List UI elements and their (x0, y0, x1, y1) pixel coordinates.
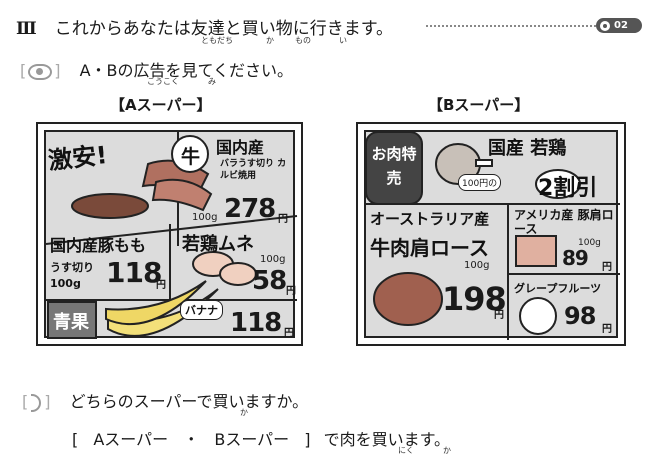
pork-price-b-unit: 円 (602, 262, 612, 273)
answer-separator: ・ (183, 430, 200, 449)
ruby-koukoku: こうこく (147, 77, 179, 86)
banana-tag: バナナ (180, 300, 223, 320)
ruby-ka-question: か (240, 408, 248, 417)
beef-tag-label: 牛 (181, 146, 201, 168)
badge-meat-sale: お肉特売 (371, 145, 417, 187)
pork-price: 118 (106, 256, 162, 289)
chicken-breast-illustration (192, 251, 257, 286)
pork-price-b: 89 (562, 246, 589, 270)
option-b[interactable]: Bスーパー (214, 430, 289, 449)
chicken-price-unit: 円 (286, 286, 296, 297)
chicken-discount-note: 100円の (458, 174, 502, 191)
pork-name-b: アメリカ産 豚肩ロース (514, 208, 614, 236)
store-a-title: 【Aスーパー】 (110, 96, 212, 114)
beef-price-unit: 円 (278, 214, 288, 225)
beef-origin-b: オーストラリア産 (370, 210, 490, 228)
chicken-origin: 国産 若鶏 (488, 138, 567, 159)
dotted-leader (426, 25, 604, 27)
ruby-i: い (339, 36, 347, 45)
chicken-price: 58 (252, 266, 287, 296)
ruby-mi: み (208, 77, 216, 86)
produce-label: 青果 (53, 312, 89, 333)
ruby-mono: もの (295, 36, 311, 45)
answer-close-bracket: ] (304, 430, 311, 449)
badge-cheap: 激安! (46, 140, 109, 175)
chicken-name: 若鶏ムネ (182, 234, 254, 255)
ruby-niku: にく (398, 446, 414, 455)
eye-icon (28, 63, 53, 80)
answer-suffix: で肉を買います。 (323, 430, 451, 449)
flyer-a: 激安! 牛 国内産 バラうす切り カルビ焼用 100g 278 円 国内産豚もも… (36, 122, 303, 346)
question: [] どちらのスーパーで買いますか。 (22, 392, 309, 412)
track-number: 02 (614, 20, 628, 31)
section-number: Ⅲ (16, 19, 37, 39)
beef-weight-b: 100g (464, 260, 490, 271)
flyer-b: お肉特売 国産 若鶏 100円の 2割引 オーストラリア産 牛肉肩ロース 100… (356, 122, 626, 346)
option-a[interactable]: Aスーパー (93, 430, 168, 449)
beef-roast-illustration (373, 272, 443, 326)
instruction-text: A・Bの広告を見てください。 (79, 61, 294, 80)
beef-price-b-unit: 円 (494, 310, 504, 321)
question-text: どちらのスーパーで買いますか。 (69, 392, 309, 411)
grapefruit-illustration (519, 297, 557, 335)
beef-note: バラうす切り カルビ焼用 (220, 159, 287, 181)
store-b-title: 【Bスーパー】 (428, 96, 530, 114)
ruby-ka-answer: か (443, 446, 451, 455)
banana-price: 118 (230, 308, 282, 338)
pork-illustration (515, 235, 557, 267)
answer-open-bracket: [ (72, 430, 79, 449)
grapefruit-name: グレープフルーツ (514, 282, 602, 295)
banana-price-unit: 円 (284, 328, 294, 339)
chicken-discount: 2割引 (538, 176, 598, 201)
beef-origin: 国内産 (216, 138, 265, 157)
pork-note: うす切り 100g (50, 261, 94, 290)
pork-name: 国内産豚もも (50, 236, 147, 255)
pork-price-unit: 円 (156, 280, 166, 291)
ruby-tomodachi: ともだち (201, 36, 233, 45)
ear-icon (31, 393, 42, 412)
grapefruit-price: 98 (564, 302, 596, 330)
track-badge[interactable]: 02 (596, 18, 642, 33)
cd-icon (600, 20, 610, 31)
beef-cut-b: 牛肉肩ロース (370, 236, 489, 260)
ham-illustration (71, 193, 149, 219)
beef-weight: 100g (192, 212, 218, 223)
beef-price: 278 (224, 194, 276, 224)
answer-line: [ Aスーパー ・ Bスーパー ] で肉を買います。 (72, 426, 450, 450)
chicken-weight: 100g (260, 254, 286, 265)
grapefruit-price-unit: 円 (602, 324, 612, 335)
ruby-ka: か (266, 36, 274, 45)
